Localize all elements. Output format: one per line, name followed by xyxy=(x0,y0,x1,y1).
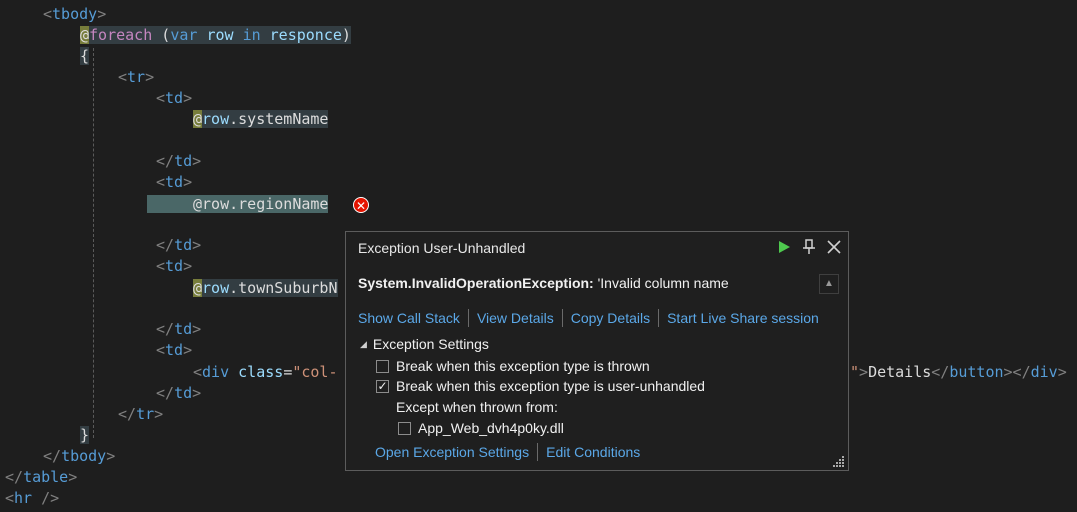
edit-conditions-link[interactable]: Edit Conditions xyxy=(546,444,640,460)
expand-triangle-icon: ◢ xyxy=(360,338,367,349)
settings-links: Open Exception Settings Edit Conditions xyxy=(375,443,640,461)
copy-details-link[interactable]: Copy Details xyxy=(571,310,650,326)
divider xyxy=(467,309,469,327)
code-line-tail: ">Details</button></div> xyxy=(850,363,1067,381)
code-line: { xyxy=(80,47,90,65)
code-line: </tr> xyxy=(118,405,164,423)
popup-title: Exception User-Unhandled xyxy=(358,240,526,256)
code-line: <hr /> xyxy=(5,489,60,507)
code-line: <div class="col- xyxy=(193,363,338,381)
module-checkbox[interactable] xyxy=(398,421,411,435)
view-details-link[interactable]: View Details xyxy=(477,310,554,326)
break-unhandled-checkbox[interactable]: ✓ xyxy=(376,379,389,393)
code-line: @foreach (var row in responce) xyxy=(80,26,351,44)
code-line: </td> xyxy=(156,320,202,338)
message-scroll-button[interactable]: ▲ xyxy=(819,274,839,294)
divider xyxy=(658,309,660,327)
open-exception-settings-link[interactable]: Open Exception Settings xyxy=(375,444,529,460)
module-row[interactable]: App_Web_dvh4p0ky.dll xyxy=(398,420,564,436)
exception-message: System.InvalidOperationException: 'Inval… xyxy=(358,275,729,291)
break-thrown-checkbox[interactable] xyxy=(376,359,389,373)
exception-links: Show Call Stack View Details Copy Detail… xyxy=(358,309,819,327)
code-line: </td> xyxy=(156,236,202,254)
code-line: @row.townSuburbN xyxy=(193,279,338,297)
exception-text: 'Invalid column name xyxy=(593,275,729,291)
code-line: </table> xyxy=(5,468,78,486)
live-share-link[interactable]: Start Live Share session xyxy=(667,310,819,326)
code-line: <td> xyxy=(156,257,193,275)
resize-grip-icon[interactable] xyxy=(833,455,845,467)
divider xyxy=(537,443,539,461)
exception-type: System.InvalidOperationException: xyxy=(358,275,594,291)
code-line: <td> xyxy=(156,173,193,191)
break-unhandled-label: Break when this exception type is user-u… xyxy=(396,378,705,394)
close-icon xyxy=(827,240,841,254)
break-thrown-label: Break when this exception type is thrown xyxy=(396,358,650,374)
exception-settings-header[interactable]: ◢ Exception Settings xyxy=(360,336,489,352)
break-unhandled-row[interactable]: ✓ Break when this exception type is user… xyxy=(376,378,705,394)
code-line: @row.systemName xyxy=(193,110,329,128)
exception-popup: Exception User-Unhandled System.InvalidO… xyxy=(345,231,849,471)
settings-header-label: Exception Settings xyxy=(372,336,489,352)
code-line: <td> xyxy=(156,341,193,359)
close-button[interactable] xyxy=(824,237,844,257)
module-label: App_Web_dvh4p0ky.dll xyxy=(418,420,564,436)
divider xyxy=(561,309,563,327)
break-thrown-row[interactable]: Break when this exception type is thrown xyxy=(376,358,650,374)
continue-icon xyxy=(779,241,790,253)
code-line: </td> xyxy=(156,384,202,402)
code-line-error-text: @row.regionName xyxy=(193,195,329,213)
pin-icon xyxy=(803,239,815,254)
code-line: <tr> xyxy=(118,68,155,86)
error-icon[interactable]: ✕ xyxy=(353,197,369,213)
code-line: <td> xyxy=(156,89,193,107)
continue-button[interactable] xyxy=(774,237,794,257)
except-when-label: Except when thrown from: xyxy=(396,399,558,415)
show-call-stack-link[interactable]: Show Call Stack xyxy=(358,310,460,326)
indent-guide xyxy=(93,48,94,438)
code-line: </td> xyxy=(156,152,202,170)
code-line: } xyxy=(80,426,90,444)
pin-button[interactable] xyxy=(799,237,819,257)
code-line: <tbody> xyxy=(43,5,107,23)
code-line: </tbody> xyxy=(43,447,116,465)
